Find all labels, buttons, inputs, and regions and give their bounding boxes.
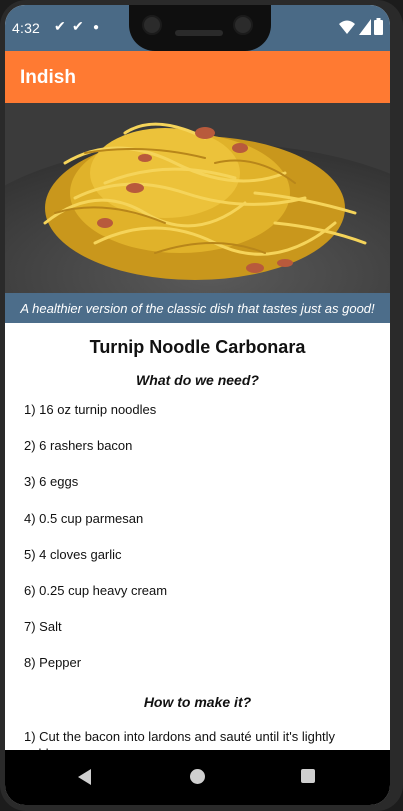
app-bar: Indish <box>5 51 390 103</box>
battery-icon <box>374 18 383 35</box>
earpiece-speaker <box>175 30 223 36</box>
screen: 4:32 ✔ ✔ ● Indish A healthier version of… <box>5 5 390 805</box>
method-heading: How to make it? <box>143 693 252 710</box>
ingredient-item: 6) 0.25 cup heavy cream <box>24 582 168 598</box>
home-icon[interactable] <box>190 769 205 784</box>
recipe-content[interactable]: Turnip Noodle Carbonara What do we need?… <box>5 323 390 750</box>
back-icon[interactable] <box>78 769 91 785</box>
status-time: 4:32 <box>12 20 41 36</box>
app-title: Indish <box>20 67 76 88</box>
front-camera-icon <box>233 15 253 35</box>
recipe-title: Turnip Noodle Carbonara <box>89 337 306 357</box>
steps-list: 1) Cut the bacon into lardons and sauté … <box>5 728 390 751</box>
device-frame: 4:32 ✔ ✔ ● Indish A healthier version of… <box>0 0 403 811</box>
ingredient-item: 1) 16 oz turnip noodles <box>24 402 157 417</box>
signal-icon <box>359 19 371 35</box>
ingredients-heading: What do we need? <box>136 372 259 388</box>
recipe-hero-image <box>5 103 390 293</box>
front-camera-icon <box>142 15 162 35</box>
carbonara-photo <box>5 103 390 293</box>
system-nav-bar <box>5 750 390 805</box>
wifi-icon <box>339 20 355 34</box>
ingredient-item: 4) 0.5 cup parmesan <box>24 510 144 526</box>
ingredient-item: 5) 4 cloves garlic <box>24 546 122 562</box>
notification-dot-icon: ● <box>93 22 100 33</box>
ingredient-item: 7) Salt <box>24 619 62 635</box>
ingredient-item: 3) 6 eggs <box>24 474 79 490</box>
hero-caption: A healthier version of the classic dish … <box>5 293 390 323</box>
download-done-icon: ✔ <box>72 18 84 34</box>
status-bar: 4:32 ✔ ✔ ● <box>5 5 390 51</box>
ingredients-list: 1) 16 oz turnip noodles 2) 6 rashers bac… <box>5 402 390 692</box>
download-done-icon: ✔ <box>54 18 66 34</box>
ingredient-item: 2) 6 rashers bacon <box>24 438 133 454</box>
step-item: 1) Cut the bacon into lardons and sauté … <box>24 728 336 751</box>
camera-notch <box>129 5 271 51</box>
recent-apps-icon[interactable] <box>301 769 315 783</box>
ingredient-item: 8) Pepper <box>24 655 82 671</box>
